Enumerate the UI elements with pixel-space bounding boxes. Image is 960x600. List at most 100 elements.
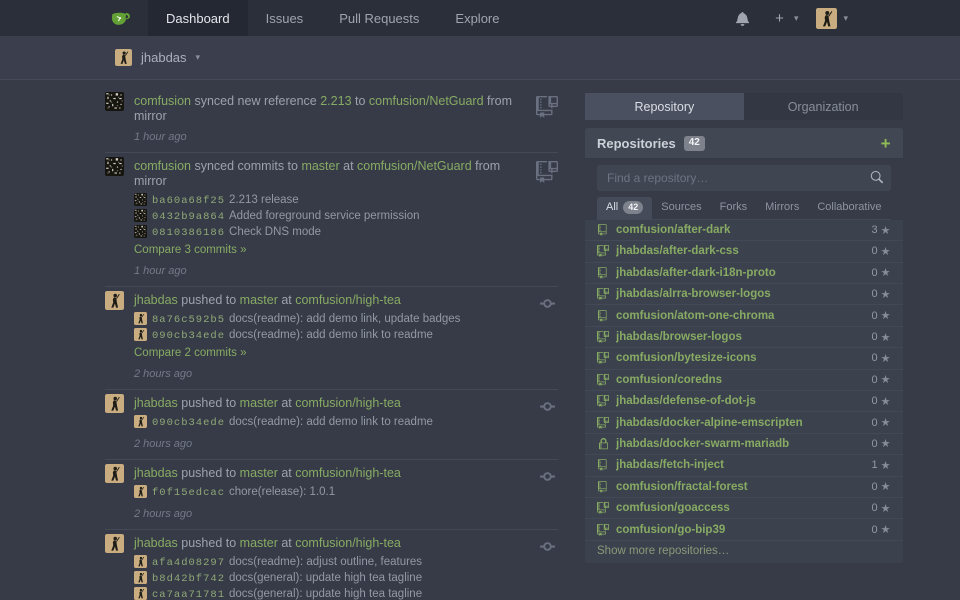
commit-hash-link[interactable]: 8a76c592b5	[152, 314, 225, 326]
create-new-button[interactable]: +	[765, 10, 788, 27]
feed-link[interactable]: master	[240, 536, 278, 550]
feed-link[interactable]: master	[301, 159, 339, 173]
actor-avatar[interactable]	[105, 92, 124, 111]
repo-filter-all[interactable]: All42	[597, 197, 652, 219]
repo-filter-tabs: All42SourcesForksMirrorsCollaborative	[597, 197, 891, 220]
commit-hash-link[interactable]: afa4d08297	[152, 557, 225, 569]
committer-avatar	[134, 328, 147, 341]
committer-avatar	[134, 587, 147, 600]
feed-link[interactable]: comfusion/NetGuard	[369, 94, 484, 108]
repo-link[interactable]: comfusion/after-dark 3★	[585, 220, 903, 241]
repo-link[interactable]: jhabdas/alrra-browser-logos 0★	[585, 284, 903, 305]
actor-avatar[interactable]	[105, 291, 124, 310]
navbar-item-issues[interactable]: Issues	[248, 0, 322, 36]
repo-link[interactable]: jhabdas/fetch-inject 1★	[585, 455, 903, 476]
compare-commits-link[interactable]: Compare 3 commits »	[134, 243, 246, 258]
add-repository-button[interactable]: +	[881, 135, 891, 152]
commit-message: docs(readme): add demo link to readme	[229, 416, 433, 428]
repo-mirror-icon	[597, 524, 609, 536]
create-new-caret-icon[interactable]: ▾	[794, 13, 799, 24]
feed-link[interactable]: jhabdas	[134, 466, 178, 480]
actor-avatar[interactable]	[105, 464, 124, 483]
commit-hash-link[interactable]: ca7aa71781	[152, 589, 225, 600]
feed-link[interactable]: comfusion/high-tea	[295, 536, 401, 550]
feed-link[interactable]: comfusion/NetGuard	[357, 159, 472, 173]
feed-link[interactable]: comfusion/high-tea	[295, 466, 401, 480]
feed-link[interactable]: jhabdas	[134, 536, 178, 550]
navbar-item-dashboard[interactable]: Dashboard	[148, 0, 248, 36]
feed-link[interactable]: master	[240, 293, 278, 307]
navbar-item-pull-requests[interactable]: Pull Requests	[321, 0, 437, 36]
commit-list: ba60a68f252.213 release 0432b9a864Added …	[134, 193, 526, 241]
notifications-bell-icon[interactable]	[726, 11, 759, 26]
feed-text: pushed to	[178, 536, 240, 550]
feed-link[interactable]: 2.213	[320, 94, 351, 108]
commit-hash-link[interactable]: 0432b9a864	[152, 211, 225, 223]
actor-avatar[interactable]	[105, 394, 124, 413]
commit-row: 090cb34ededocs(readme): add demo link to…	[134, 328, 527, 344]
feed-link[interactable]: comfusion	[134, 94, 191, 108]
repo-filter-forks[interactable]: Forks	[711, 197, 757, 218]
repo-icon	[597, 459, 609, 471]
commit-hash-link[interactable]: 090cb34ede	[152, 417, 225, 429]
repo-mirror-icon	[597, 352, 609, 364]
repo-link[interactable]: comfusion/go-bip39 0★	[585, 519, 903, 540]
commit-hash-link[interactable]: f0f15edcac	[152, 487, 225, 499]
repo-link[interactable]: comfusion/fractal-forest 0★	[585, 477, 903, 498]
gitea-logo-icon[interactable]	[108, 0, 134, 36]
user-avatar[interactable]	[816, 8, 837, 29]
repo-link[interactable]: comfusion/goaccess 0★	[585, 498, 903, 519]
commit-message: docs(readme): add demo link, update badg…	[229, 313, 460, 325]
repo-mirror-icon	[597, 374, 609, 386]
feed-link[interactable]: jhabdas	[134, 293, 178, 307]
sidebar-tab-organization[interactable]: Organization	[744, 93, 903, 120]
feed-title: comfusion synced commits to master at co…	[134, 157, 526, 189]
context-caret-icon[interactable]: ▾	[196, 52, 201, 63]
commit-hash-link[interactable]: ba60a68f25	[152, 195, 225, 207]
repo-link[interactable]: jhabdas/defense-of-dot-js 0★	[585, 391, 903, 412]
feed-link[interactable]: master	[240, 396, 278, 410]
context-user-switcher[interactable]: jhabdas	[141, 50, 187, 65]
repo-filter-collaborative[interactable]: Collaborative	[808, 197, 890, 218]
actor-avatar[interactable]	[105, 534, 124, 553]
repo-mirror-icon	[597, 417, 609, 429]
feed-link[interactable]: comfusion/high-tea	[295, 293, 401, 307]
feed-link[interactable]: comfusion/high-tea	[295, 396, 401, 410]
commit-row: ca7aa71781docs(general): update high tea…	[134, 587, 527, 600]
feed-text: at	[278, 396, 295, 410]
repo-filter-mirrors[interactable]: Mirrors	[756, 197, 808, 218]
context-user-avatar[interactable]	[115, 49, 132, 66]
repo-name: jhabdas/browser-logos	[616, 331, 865, 343]
repo-link[interactable]: jhabdas/docker-swarm-mariadb 0★	[585, 434, 903, 455]
commit-list: f0f15edcacchore(release): 1.0.1	[134, 485, 527, 501]
repo-icon	[597, 310, 609, 322]
star-icon: ★	[881, 331, 891, 344]
repo-link[interactable]: jhabdas/browser-logos 0★	[585, 327, 903, 348]
repo-search-input[interactable]	[597, 165, 891, 191]
feed-item: jhabdas pushed to master at comfusion/hi…	[105, 460, 558, 530]
commit-hash-link[interactable]: b8d42bf742	[152, 573, 225, 585]
sidebar-tab-repository[interactable]: Repository	[585, 93, 744, 120]
repo-link[interactable]: comfusion/atom-one-chroma 0★	[585, 305, 903, 326]
repo-link[interactable]: jhabdas/after-dark-css 0★	[585, 241, 903, 262]
repo-link[interactable]: comfusion/bytesize-icons 0★	[585, 348, 903, 369]
commit-hash-link[interactable]: 090cb34ede	[152, 330, 225, 342]
compare-commits-link[interactable]: Compare 2 commits »	[134, 346, 246, 361]
repo-link[interactable]: jhabdas/after-dark-i18n-proto 0★	[585, 263, 903, 284]
repo-name: jhabdas/fetch-inject	[616, 459, 865, 471]
feed-link[interactable]: comfusion	[134, 159, 191, 173]
actor-avatar[interactable]	[105, 157, 124, 176]
commit-hash-link[interactable]: 0810386186	[152, 227, 225, 239]
navbar-item-explore[interactable]: Explore	[437, 0, 517, 36]
repo-name: comfusion/bytesize-icons	[616, 352, 865, 364]
repo-link[interactable]: jhabdas/docker-alpine-emscripten 0★	[585, 412, 903, 433]
committer-avatar	[134, 415, 147, 428]
show-more-repositories-link[interactable]: Show more repositories…	[585, 541, 903, 563]
repo-filter-sources[interactable]: Sources	[652, 197, 710, 218]
commit-message: Check DNS mode	[229, 226, 321, 238]
user-menu-caret-icon[interactable]: ▾	[843, 13, 848, 24]
repo-star-count: 0★	[872, 331, 891, 344]
feed-link[interactable]: master	[240, 466, 278, 480]
feed-link[interactable]: jhabdas	[134, 396, 178, 410]
repo-link[interactable]: comfusion/coredns 0★	[585, 370, 903, 391]
